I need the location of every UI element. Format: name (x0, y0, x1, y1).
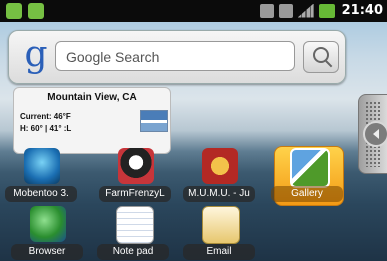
status-icons: 21:40 (259, 3, 383, 18)
app-farmfrenzy[interactable]: FarmFrenzyL (96, 146, 176, 204)
notification-icon-2[interactable] (28, 3, 44, 19)
app-label: Gallery (271, 186, 343, 202)
app-label: Browser (11, 244, 83, 260)
search-input[interactable]: Google Search (55, 41, 295, 71)
weather-city: Mountain View, CA (47, 92, 137, 103)
clock: 21:40 (341, 3, 383, 18)
google-search-widget: g Google Search (8, 30, 346, 84)
weather-range: H: 60° | 41° :L (20, 124, 72, 133)
gallery-app-icon (290, 148, 330, 188)
mumu-app-icon (202, 148, 238, 184)
weather-widget[interactable]: Mountain View, CA Current: 46°F H: 60° |… (13, 87, 171, 154)
app-label: Mobentoo 3. (5, 186, 77, 202)
app-browser[interactable]: Browser (8, 204, 88, 261)
search-icon (313, 47, 329, 63)
farm-frenzy-app-icon (118, 148, 154, 184)
weather-current: Current: 46°F (20, 112, 71, 121)
app-notepad[interactable]: Note pad (94, 204, 174, 261)
notification-icons (6, 3, 44, 19)
app-label: M.U.M.U. - Ju (183, 186, 255, 202)
app-mobentoo[interactable]: Mobentoo 3. (2, 146, 82, 204)
usb-icon (259, 3, 274, 18)
notepad-app-icon (116, 206, 154, 244)
app-label: Note pad (97, 244, 169, 260)
app-email[interactable]: Email (180, 204, 260, 261)
email-app-icon (202, 206, 240, 244)
status-bar: 21:40 (0, 0, 387, 22)
app-label: FarmFrenzyL (99, 186, 171, 202)
battery-icon (318, 3, 335, 18)
app-drawer-handle[interactable] (358, 94, 387, 174)
browser-app-icon (30, 206, 66, 242)
app-label: Email (183, 244, 255, 260)
sim-icon (278, 3, 293, 18)
app-gallery[interactable]: Gallery (268, 146, 348, 204)
weather-condition-icon (140, 110, 168, 132)
home-screen: 21:40 g Google Search Mountain View, CA … (0, 0, 387, 261)
search-button[interactable] (303, 41, 339, 73)
mobentoo-app-icon (24, 148, 60, 184)
google-logo-icon[interactable]: g (19, 35, 53, 75)
drawer-arrow-icon (363, 121, 387, 147)
app-mumu[interactable]: M.U.M.U. - Ju (180, 146, 260, 204)
notification-icon-1[interactable] (6, 3, 22, 19)
signal-icon (297, 3, 314, 18)
